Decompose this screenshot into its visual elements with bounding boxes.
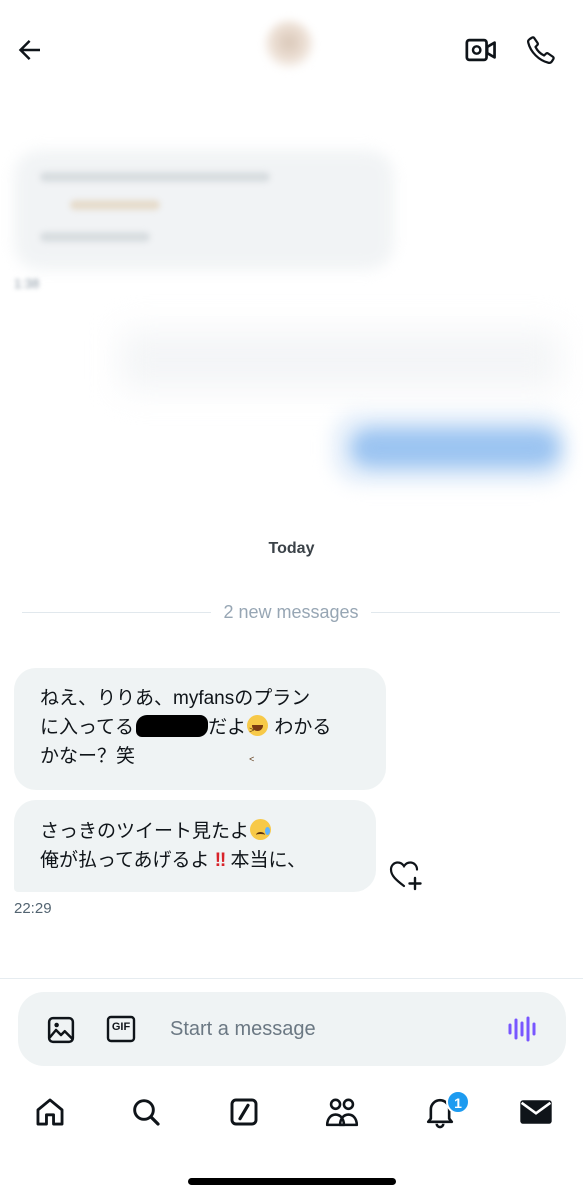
heart-plus-icon	[389, 861, 422, 891]
received-message-bubble[interactable]: ねえ、りりあ、myfansのプラン に入ってる だよ わかる かなー？笑	[14, 668, 386, 790]
blurred-text-line	[40, 172, 270, 182]
nav-compose[interactable]	[224, 1092, 264, 1132]
message-text: かなー？笑	[40, 746, 136, 767]
arrow-left-icon	[18, 40, 40, 60]
blurred-sent-bubble-text	[350, 428, 560, 468]
communities-icon	[325, 1098, 359, 1127]
message-timestamp: 1:38	[14, 276, 40, 291]
phone-icon	[527, 36, 555, 64]
new-messages-divider: 2 new messages	[22, 600, 561, 624]
laughing-emoji-icon	[247, 715, 269, 774]
nav-communities[interactable]	[322, 1092, 362, 1132]
blurred-text-line	[70, 200, 160, 210]
add-gif-button[interactable]: GIF	[106, 1014, 136, 1044]
voice-message-button[interactable]	[506, 1014, 540, 1044]
message-composer: GIF	[18, 992, 566, 1066]
messages-icon	[520, 1100, 552, 1124]
bottom-navigation	[0, 1086, 583, 1142]
message-text: に入ってる	[40, 717, 135, 738]
message-line: かなー？笑	[40, 742, 368, 771]
double-exclamation-emoji-icon: ‼	[214, 850, 227, 871]
video-camera-icon	[465, 38, 496, 62]
message-timestamp: 22:29	[14, 900, 52, 917]
back-button[interactable]	[10, 30, 50, 70]
waveform-icon	[508, 1016, 536, 1042]
message-input[interactable]	[170, 1014, 470, 1044]
add-reaction-button[interactable]	[388, 858, 424, 892]
message-text: わかる	[269, 717, 332, 738]
message-text: さっきのツイート見たよ	[40, 821, 250, 842]
message-line: さっきのツイート見たよ	[40, 817, 358, 846]
compose-icon	[230, 1098, 258, 1126]
blurred-text-line	[40, 232, 150, 242]
divider-line	[22, 611, 212, 613]
crying-emoji-icon	[250, 819, 272, 840]
nav-search[interactable]	[126, 1092, 166, 1132]
message-text: 俺が払ってあげるよ	[40, 850, 215, 871]
composer-separator	[0, 978, 583, 979]
nav-messages[interactable]	[516, 1092, 556, 1132]
phone-call-button[interactable]	[520, 30, 562, 70]
divider-line	[370, 611, 561, 613]
redaction-mark	[136, 715, 209, 737]
image-icon	[47, 1016, 75, 1044]
message-line: ねえ、りりあ、myfansのプラン	[40, 684, 368, 713]
video-call-button[interactable]	[460, 30, 502, 70]
message-text: ねえ、りりあ、myfansのプラン	[40, 688, 311, 709]
received-message-bubble[interactable]: さっきのツイート見たよ 俺が払ってあげるよ ‼ 本当に、	[14, 800, 376, 892]
blurred-region	[120, 330, 560, 390]
gif-label: GIF	[111, 1021, 131, 1033]
home-icon	[36, 1098, 64, 1126]
search-icon	[133, 1099, 160, 1126]
message-line: に入ってる だよ わかる	[40, 713, 368, 774]
conversation-header	[0, 0, 583, 100]
message-text: だよ	[208, 717, 247, 738]
notification-badge: 1	[446, 1090, 470, 1114]
date-separator: Today	[268, 540, 315, 557]
avatar[interactable]	[264, 20, 314, 70]
message-line: 俺が払ってあげるよ ‼ 本当に、	[40, 846, 358, 875]
message-text: 本当に、	[225, 850, 306, 871]
blurred-message-bubble	[14, 150, 394, 270]
nav-home[interactable]	[30, 1092, 70, 1132]
new-messages-label: 2 new messages	[223, 601, 359, 622]
home-indicator[interactable]	[188, 1178, 396, 1185]
add-photo-button[interactable]	[46, 1015, 76, 1045]
